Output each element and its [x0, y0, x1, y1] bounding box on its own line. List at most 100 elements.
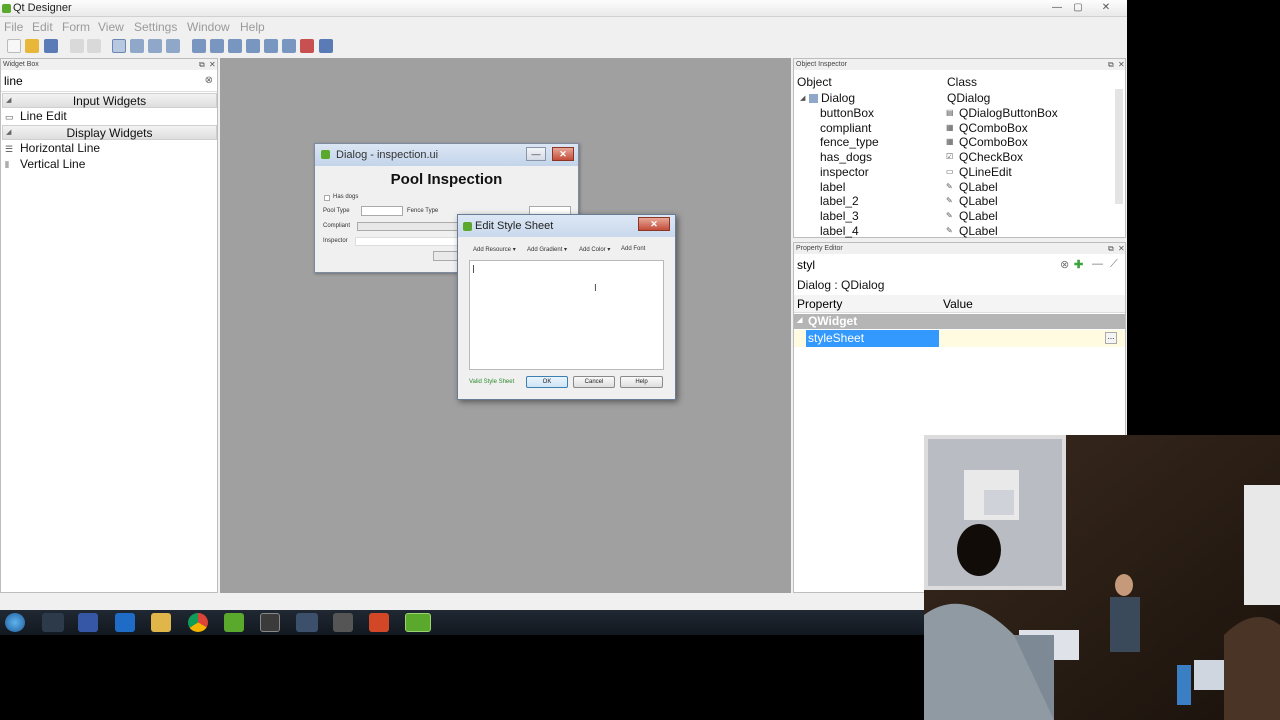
layout-grid-icon[interactable]	[264, 39, 278, 53]
qt-logo-icon	[463, 222, 472, 231]
compliant-combo[interactable]	[357, 222, 459, 231]
tree-row[interactable]: fence_type ▦ QComboBox	[794, 135, 1114, 150]
menu-help[interactable]: Help	[240, 20, 265, 34]
minimize-button[interactable]: —	[1048, 1, 1066, 14]
tree-row[interactable]: label_3 ✎ QLabel	[794, 209, 1114, 224]
edit-signals-icon[interactable]	[130, 39, 144, 53]
property-group-qwidget[interactable]: ◢ QWidget	[794, 314, 1125, 329]
menu-form[interactable]: Form	[62, 20, 90, 34]
layout-vertical-icon[interactable]	[210, 39, 224, 53]
add-dynamic-property-icon[interactable]: ✚	[1074, 258, 1083, 271]
layout-horizontal-icon[interactable]	[192, 39, 206, 53]
presenter-body	[1110, 597, 1140, 652]
powerpoint-icon[interactable]	[369, 613, 389, 632]
dialog-ok-button[interactable]: OK	[526, 376, 568, 388]
layout-form-icon[interactable]	[282, 39, 296, 53]
tree-row[interactable]: label ✎ QLabel	[794, 180, 1114, 195]
network-icon[interactable]	[296, 613, 318, 632]
widget-line-edit[interactable]: ▭ Line Edit	[5, 108, 67, 124]
object-name: compliant	[820, 120, 872, 135]
label-icon: ✎	[946, 210, 953, 220]
dialog-cancel-button[interactable]: Cancel	[573, 376, 615, 388]
add-resource-menu[interactable]: Add Resource ▾	[473, 246, 516, 253]
tree-row[interactable]: buttonBox ▤ QDialogButtonBox	[794, 106, 1114, 121]
property-row-stylesheet[interactable]: styleSheet ...	[794, 330, 1125, 347]
tree-row[interactable]: label_4 ✎ QLabel	[794, 224, 1114, 239]
open-folder-icon[interactable]	[25, 39, 39, 53]
dialog-help-button[interactable]: Help	[620, 376, 663, 388]
clear-filter-icon[interactable]: ⊗	[205, 75, 213, 86]
start-button-icon[interactable]	[5, 613, 25, 632]
close-button[interactable]: ✕	[1097, 1, 1115, 14]
edit-buddies-icon[interactable]	[148, 39, 162, 53]
edit-style-sheet-dialog[interactable]: Edit Style Sheet ✕ Add Resource ▾ Add Gr…	[457, 214, 676, 400]
menu-edit[interactable]: Edit	[32, 20, 53, 34]
configure-wrench-icon[interactable]: ⟋	[1110, 258, 1118, 271]
vertical-scrollbar[interactable]	[1115, 89, 1123, 204]
dialog-close-button[interactable]: ✕	[638, 217, 670, 231]
object-inspector-header: Object Inspector ⧉ ✕	[794, 59, 1125, 70]
adjust-size-icon[interactable]	[319, 39, 333, 53]
new-file-icon[interactable]	[7, 39, 21, 53]
expand-arrow-icon[interactable]: ◢	[800, 94, 805, 102]
copy-icon[interactable]	[70, 39, 84, 53]
property-filter-input[interactable]: styl ⊗ ✚ — ⟋	[794, 256, 1125, 276]
has-dogs-checkbox[interactable]	[324, 195, 330, 201]
pool-type-combo[interactable]	[361, 206, 403, 216]
widget-horizontal-line[interactable]: ☰ Horizontal Line	[5, 140, 100, 156]
clear-filter-icon[interactable]: ⊗	[1060, 258, 1069, 271]
sublime-text-icon[interactable]	[260, 613, 280, 632]
expand-arrow-icon[interactable]: ◢	[797, 316, 802, 324]
tree-row[interactable]: has_dogs ☑ QCheckBox	[794, 150, 1114, 165]
remove-property-icon[interactable]: —	[1092, 258, 1103, 270]
tree-row[interactable]: compliant ▦ QComboBox	[794, 121, 1114, 136]
edit-ellipsis-button[interactable]: ...	[1105, 332, 1117, 344]
category-input-widgets[interactable]: ◢ Input Widgets	[2, 93, 217, 108]
category-display-widgets[interactable]: ◢ Display Widgets	[2, 125, 217, 140]
add-color-menu[interactable]: Add Color ▾	[579, 246, 610, 253]
stylesheet-text-editor[interactable]: I	[469, 260, 664, 370]
widget-vertical-line[interactable]: ⦀ Vertical Line	[5, 156, 85, 172]
close-icon[interactable]: ✕	[1118, 243, 1125, 254]
paste-icon[interactable]	[87, 39, 101, 53]
layout-splitter-h-icon[interactable]	[228, 39, 242, 53]
add-font-menu[interactable]: Add Font	[621, 246, 645, 252]
column-object[interactable]: Object	[797, 75, 832, 89]
outlook-icon[interactable]	[115, 613, 135, 632]
layout-splitter-v-icon[interactable]	[246, 39, 260, 53]
tree-row[interactable]: label_2 ✎ QLabel	[794, 194, 1114, 209]
add-gradient-menu[interactable]: Add Gradient ▾	[527, 246, 567, 253]
close-icon[interactable]: ✕	[1118, 59, 1125, 70]
chrome-icon[interactable]	[188, 613, 208, 632]
menu-file[interactable]: File	[4, 20, 23, 34]
tree-row[interactable]: inspector ▭ QLineEdit	[794, 165, 1114, 180]
save-icon[interactable]	[44, 39, 58, 53]
qt-designer-taskbar-icon[interactable]	[405, 613, 431, 632]
edit-widgets-icon[interactable]	[112, 39, 126, 53]
tools-icon[interactable]	[333, 613, 353, 632]
break-layout-icon[interactable]	[300, 39, 314, 53]
widget-filter-input[interactable]: line ⊗	[1, 72, 217, 92]
tree-root-row[interactable]: ◢ Dialog QDialog	[794, 91, 1114, 106]
show-desktop-icon[interactable]	[42, 613, 64, 632]
column-property[interactable]: Property	[797, 297, 842, 311]
form-ok-button[interactable]	[433, 251, 459, 261]
float-icon[interactable]: ⧉	[199, 59, 205, 70]
menu-view[interactable]: View	[98, 20, 124, 34]
qt-creator-icon[interactable]	[224, 613, 244, 632]
form-close-button[interactable]: ✕	[552, 147, 574, 161]
inspector-input[interactable]	[355, 237, 459, 246]
form-minimize-button[interactable]: —	[526, 147, 546, 161]
maximize-button[interactable]: ▢	[1069, 1, 1087, 14]
float-icon[interactable]: ⧉	[1108, 243, 1114, 254]
file-explorer-icon[interactable]	[151, 613, 171, 632]
label-icon: ✎	[946, 196, 953, 206]
column-value[interactable]: Value	[943, 297, 973, 311]
menu-window[interactable]: Window	[187, 20, 230, 34]
save-app-icon[interactable]	[78, 613, 98, 632]
float-icon[interactable]: ⧉	[1108, 59, 1114, 70]
close-icon[interactable]: ✕	[209, 59, 216, 70]
edit-tab-order-icon[interactable]	[166, 39, 180, 53]
column-class[interactable]: Class	[947, 75, 977, 89]
menu-settings[interactable]: Settings	[134, 20, 177, 34]
